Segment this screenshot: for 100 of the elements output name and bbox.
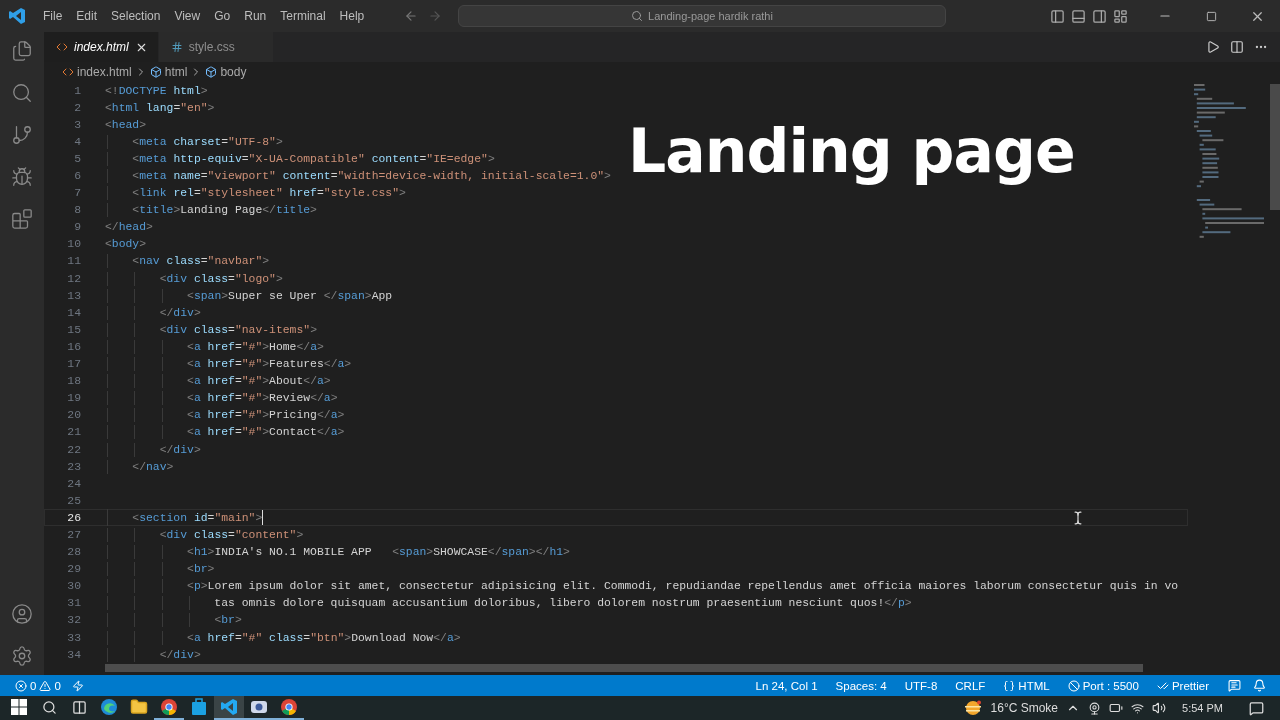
status-item[interactable]: Spaces: 4 bbox=[828, 679, 894, 692]
code-line: <h1>INDIA's NO.1 MOBILE APP <span>SHOWCASE</span></h1> bbox=[186, 546, 570, 559]
line-number: 4 bbox=[73, 135, 81, 148]
breadcrumb-item[interactable]: html bbox=[164, 65, 188, 79]
editor-tab[interactable]: index.html bbox=[44, 32, 159, 62]
menu-item[interactable]: File bbox=[36, 9, 70, 23]
run-icon[interactable] bbox=[1206, 40, 1220, 54]
wifi-icon[interactable] bbox=[1131, 701, 1145, 715]
folder-icon bbox=[130, 698, 148, 716]
line-number: 27 bbox=[66, 529, 81, 541]
files-icon[interactable] bbox=[11, 40, 33, 62]
weather-icon bbox=[962, 700, 983, 716]
menu-item[interactable]: Selection bbox=[104, 9, 168, 23]
clock[interactable]: 5:54 PM bbox=[1182, 702, 1223, 714]
code-line: <p>Lorem ipsum dolor sit amet, consectetur adipisicing elit. Commodi, repudiandae repellendus amet officia maiores laborum consectetur quis in vo bbox=[186, 580, 1179, 593]
code-line: <a href="#">Features</a> bbox=[186, 358, 352, 371]
bug-icon[interactable] bbox=[11, 166, 33, 188]
menu-item[interactable]: Edit bbox=[69, 9, 105, 23]
layout-icon[interactable] bbox=[1113, 8, 1128, 24]
status-item[interactable]: Ln 24, Col 1 bbox=[748, 679, 825, 692]
status-item[interactable]: Port : 5500 bbox=[1060, 679, 1146, 692]
notification-icon[interactable] bbox=[1249, 700, 1264, 716]
line-number: 14 bbox=[66, 306, 81, 319]
overlay-title: Landing page bbox=[628, 116, 1075, 186]
line-number: 17 bbox=[66, 358, 81, 371]
search-icon[interactable] bbox=[41, 699, 57, 715]
code-line: <meta http-equiv="X-UA-Compatible" content="IE=edge"> bbox=[131, 152, 495, 165]
code-line: <title>Landing Page</title> bbox=[131, 204, 317, 217]
line-number: 34 bbox=[66, 648, 81, 661]
vscode-logo[interactable] bbox=[8, 7, 26, 25]
task-view-icon[interactable] bbox=[71, 699, 87, 715]
code-line: <a href="#">Contact</a> bbox=[186, 426, 345, 439]
menu-item[interactable]: Run bbox=[237, 9, 274, 23]
bell-icon[interactable] bbox=[1253, 679, 1266, 692]
line-number: 3 bbox=[73, 118, 81, 131]
line-number: 33 bbox=[66, 631, 81, 644]
code-icon bbox=[62, 66, 74, 78]
chrome-icon bbox=[160, 698, 178, 716]
line-number: 7 bbox=[73, 187, 81, 200]
line-number: 21 bbox=[66, 426, 81, 439]
chrome-icon bbox=[280, 698, 298, 716]
code-line: <a href="#">About</a> bbox=[186, 375, 331, 388]
taskbar-app[interactable] bbox=[154, 696, 184, 720]
code-icon bbox=[56, 41, 68, 53]
code-line: <a href="#">Home</a> bbox=[186, 340, 324, 353]
line-number: 1 bbox=[73, 84, 81, 97]
breadcrumb-item[interactable]: body bbox=[220, 65, 247, 79]
maximize-icon[interactable] bbox=[1205, 10, 1217, 22]
code-line: </div> bbox=[158, 306, 201, 319]
code-line: <link rel="stylesheet" href="style.css"> bbox=[131, 187, 406, 200]
weather-text: 16°C Smoke bbox=[990, 701, 1059, 715]
split-editor-icon[interactable] bbox=[1230, 40, 1244, 54]
line-number: 29 bbox=[66, 563, 81, 576]
menu-item[interactable]: Terminal bbox=[273, 9, 333, 23]
bag-icon bbox=[191, 698, 207, 716]
status-item[interactable]: HTML bbox=[996, 679, 1057, 692]
status-item[interactable]: CRLF bbox=[948, 679, 993, 692]
ban-icon bbox=[1067, 679, 1080, 692]
panel-right-icon[interactable] bbox=[1092, 8, 1107, 24]
menu-item[interactable]: Help bbox=[332, 9, 372, 23]
breadcrumb-item[interactable]: index.html bbox=[77, 65, 132, 79]
hash-icon bbox=[170, 41, 183, 53]
menu-item[interactable]: Go bbox=[207, 9, 238, 23]
line-number: 30 bbox=[66, 580, 81, 593]
code-line: <meta name="viewport" content="width=device-width, initial-scale=1.0"> bbox=[131, 170, 611, 182]
status-item[interactable]: Prettier bbox=[1149, 679, 1216, 692]
code-line: <div class="nav-items"> bbox=[158, 323, 317, 336]
battery-icon[interactable] bbox=[1109, 701, 1124, 715]
line-number: 12 bbox=[66, 272, 81, 285]
cube-icon bbox=[205, 66, 218, 78]
taskbar-app[interactable] bbox=[274, 696, 304, 720]
text-caret bbox=[262, 510, 264, 526]
line-number: 22 bbox=[66, 443, 81, 456]
camera-app-icon bbox=[250, 699, 268, 715]
source-control-icon[interactable] bbox=[11, 124, 33, 146]
search-icon bbox=[631, 10, 644, 22]
blocks-icon[interactable] bbox=[11, 208, 33, 230]
menu-item[interactable]: View bbox=[167, 9, 208, 23]
settings-icon[interactable] bbox=[11, 645, 33, 667]
line-number: 19 bbox=[66, 392, 81, 405]
feedback-icon[interactable] bbox=[1228, 679, 1241, 692]
account-icon[interactable] bbox=[11, 603, 33, 625]
lightning-icon[interactable] bbox=[71, 679, 84, 692]
code-line: <a href="#">Pricing</a> bbox=[186, 409, 345, 422]
code-line: </div> bbox=[158, 648, 201, 661]
code-line: <br> bbox=[213, 614, 242, 627]
command-center[interactable]: Landing-page hardik rathi bbox=[458, 5, 946, 27]
braces-icon bbox=[1003, 679, 1016, 692]
status-item[interactable]: UTF-8 bbox=[897, 679, 945, 692]
panel-left-icon[interactable] bbox=[1050, 8, 1065, 24]
code-line: <br> bbox=[186, 563, 215, 576]
problems-indicator[interactable]: 0 0 bbox=[8, 679, 68, 692]
webcam-icon[interactable] bbox=[1088, 701, 1102, 715]
panel-bottom-icon[interactable] bbox=[1071, 8, 1086, 24]
code-line: <span>Super se Uper </span>App bbox=[186, 289, 393, 302]
volume-icon[interactable] bbox=[1152, 701, 1167, 715]
line-number: 25 bbox=[66, 494, 81, 507]
editor-tab[interactable]: style.css bbox=[158, 32, 274, 62]
line-number: 13 bbox=[66, 289, 81, 302]
code-line: <meta charset="UTF-8"> bbox=[131, 135, 283, 148]
